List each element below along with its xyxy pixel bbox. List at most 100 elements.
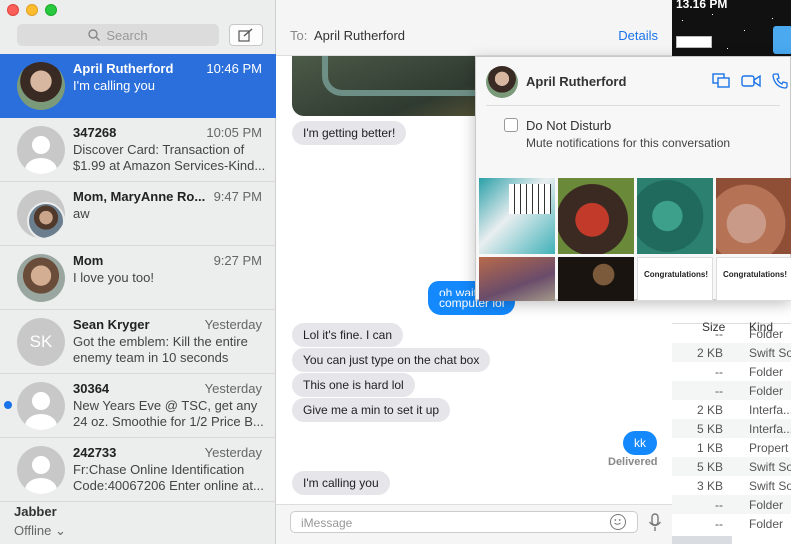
finder-row-kind: Swift So	[749, 346, 791, 360]
conversation-item[interactable]: Mom, MaryAnne Ro... 9:47 PM aw	[0, 182, 276, 246]
conversation-name: 347268	[73, 125, 117, 140]
finder-row-size: 5 KB	[696, 460, 723, 474]
finder-row[interactable]: -- Folder	[672, 495, 791, 514]
zoom-button[interactable]	[45, 4, 57, 16]
search-input[interactable]: Search	[17, 24, 219, 46]
finder-header: Size Kind	[672, 300, 791, 334]
conversation-name: Mom, MaryAnne Ro...	[73, 189, 206, 204]
attachment-thumbnail[interactable]	[479, 257, 555, 301]
finder-row-kind: Folder	[749, 517, 784, 531]
account-status-select[interactable]: Offline ⌄	[14, 523, 66, 539]
attachment-thumbnail[interactable]	[716, 178, 791, 254]
avatar	[17, 254, 65, 302]
message-bubble-incoming: I'm calling you	[292, 471, 390, 495]
compose-button[interactable]	[229, 24, 263, 46]
finder-row[interactable]: 5 KB Interfa...	[672, 419, 791, 438]
attachment-thumbnail[interactable]	[637, 178, 713, 254]
conversation-time: Yesterday	[204, 317, 262, 332]
conversation-time: 9:27 PM	[213, 253, 262, 268]
finder-row[interactable]: 1 KB Propert	[672, 438, 791, 457]
conversation-time: 10:05 PM	[206, 125, 262, 140]
conversation-time: Yesterday	[204, 381, 262, 396]
phone-icon[interactable]	[772, 73, 788, 89]
finder-row[interactable]: 2 KB Swift So	[672, 343, 791, 362]
message-bubble-outgoing: kk	[623, 431, 657, 455]
avatar	[17, 382, 65, 430]
finder-row-kind: Swift So	[749, 479, 791, 493]
conversation-item[interactable]: 30364 Yesterday New Years Eve @ TSC, get…	[0, 374, 276, 438]
to-label: To:	[290, 28, 308, 43]
finder-row-kind: Folder	[749, 327, 784, 341]
conversation-preview: I'm calling you	[73, 78, 155, 93]
minimize-button[interactable]	[26, 4, 38, 16]
avatar: SK	[17, 318, 65, 366]
finder-row[interactable]: 2 KB Interfa...	[672, 400, 791, 419]
avatar	[17, 62, 65, 110]
finder-row-kind: Swift So	[749, 460, 791, 474]
desktop-widget	[676, 36, 712, 48]
finder-row[interactable]: -- Folder	[672, 514, 791, 533]
video-call-icon[interactable]	[741, 73, 761, 89]
chat-header: To: April Rutherford Details	[276, 0, 672, 56]
account-name: Jabber	[14, 504, 57, 519]
attachment-thumbnail[interactable]	[558, 178, 634, 254]
search-icon	[88, 29, 101, 41]
compose-area: iMessage	[276, 504, 672, 544]
do-not-disturb-label: Do Not Disturb	[526, 118, 612, 133]
recipient-name[interactable]: April Rutherford	[314, 28, 405, 43]
finder-row-kind: Folder	[749, 498, 784, 512]
attachment-thumbnail[interactable]	[558, 257, 634, 301]
contact-actions	[712, 73, 788, 89]
conversation-preview: Got the emblem: Kill the entire enemy te…	[73, 334, 248, 365]
conversation-item[interactable]: Mom 9:27 PM I love you too!	[0, 246, 276, 310]
finder-row[interactable]: 3 KB Swift So	[672, 476, 791, 495]
do-not-disturb-checkbox[interactable]	[504, 118, 518, 132]
finder-row-size: --	[715, 498, 723, 512]
message-input[interactable]: iMessage	[290, 511, 638, 533]
finder-row-size: 2 KB	[696, 403, 723, 417]
attachment-grid: Congratulations! Congratulations!	[479, 178, 791, 302]
details-button[interactable]: Details	[618, 28, 658, 43]
finder-row-kind: Folder	[749, 384, 784, 398]
finder-row[interactable]: -- Folder	[672, 362, 791, 381]
conversation-item[interactable]: SK Sean Kryger Yesterday Got the emblem:…	[0, 310, 276, 374]
unread-indicator	[4, 401, 12, 409]
conversation-item[interactable]: 242733 Yesterday Fr:Chase Online Identif…	[0, 438, 276, 502]
delivered-status: Delivered	[608, 456, 658, 468]
conversation-name: Sean Kryger	[73, 317, 150, 332]
finder-row-kind: Interfa...	[749, 403, 791, 417]
microphone-icon[interactable]	[648, 513, 662, 533]
conversation-preview: Discover Card: Transaction of $1.99 at A…	[73, 142, 266, 173]
finder-row-size: 1 KB	[696, 441, 723, 455]
finder-row[interactable]: -- Folder	[672, 324, 791, 343]
mute-description: Mute notifications for this conversation	[526, 136, 731, 150]
finder-row-size: --	[715, 384, 723, 398]
avatar	[17, 446, 65, 494]
contact-name: April Rutherford	[526, 74, 627, 89]
finder-row-size: --	[715, 517, 723, 531]
emoji-icon[interactable]	[610, 514, 626, 530]
finder-row-kind: Propert	[749, 441, 789, 455]
finder-row-size: --	[715, 365, 723, 379]
thumbnail-text: Congratulations!	[723, 270, 787, 279]
finder-row[interactable]: 5 KB Swift So	[672, 457, 791, 476]
finder-row[interactable]: -- Folder	[672, 381, 791, 400]
close-button[interactable]	[7, 4, 19, 16]
conversation-list: April Rutherford 10:46 PM I'm calling yo…	[0, 54, 276, 502]
conversation-time: 9:47 PM	[213, 189, 262, 204]
avatar-initials: SK	[29, 332, 53, 351]
attachment-thumbnail[interactable]	[479, 178, 555, 254]
attachment-thumbnail[interactable]: Congratulations!	[637, 257, 713, 301]
conversation-item[interactable]: April Rutherford 10:46 PM I'm calling yo…	[0, 54, 276, 118]
attachment-thumbnail[interactable]: Congratulations!	[716, 257, 791, 301]
desktop-folder-icon[interactable]	[773, 26, 791, 54]
screen-share-icon[interactable]	[712, 73, 730, 89]
person-icon	[25, 456, 57, 494]
message-bubble-incoming: I'm getting better!	[292, 121, 407, 145]
compose-icon	[238, 28, 253, 42]
finder-row-kind: Folder	[749, 365, 784, 379]
details-popover: April Rutherford Do Not Disturb Mute not…	[475, 56, 791, 302]
conversation-item[interactable]: 347268 10:05 PM Discover Card: Transacti…	[0, 118, 276, 182]
sidebar: Search April Rutherford 10:46 PM I'm cal…	[0, 0, 276, 544]
menu-bar-clock: 13.16 PM	[676, 0, 728, 11]
